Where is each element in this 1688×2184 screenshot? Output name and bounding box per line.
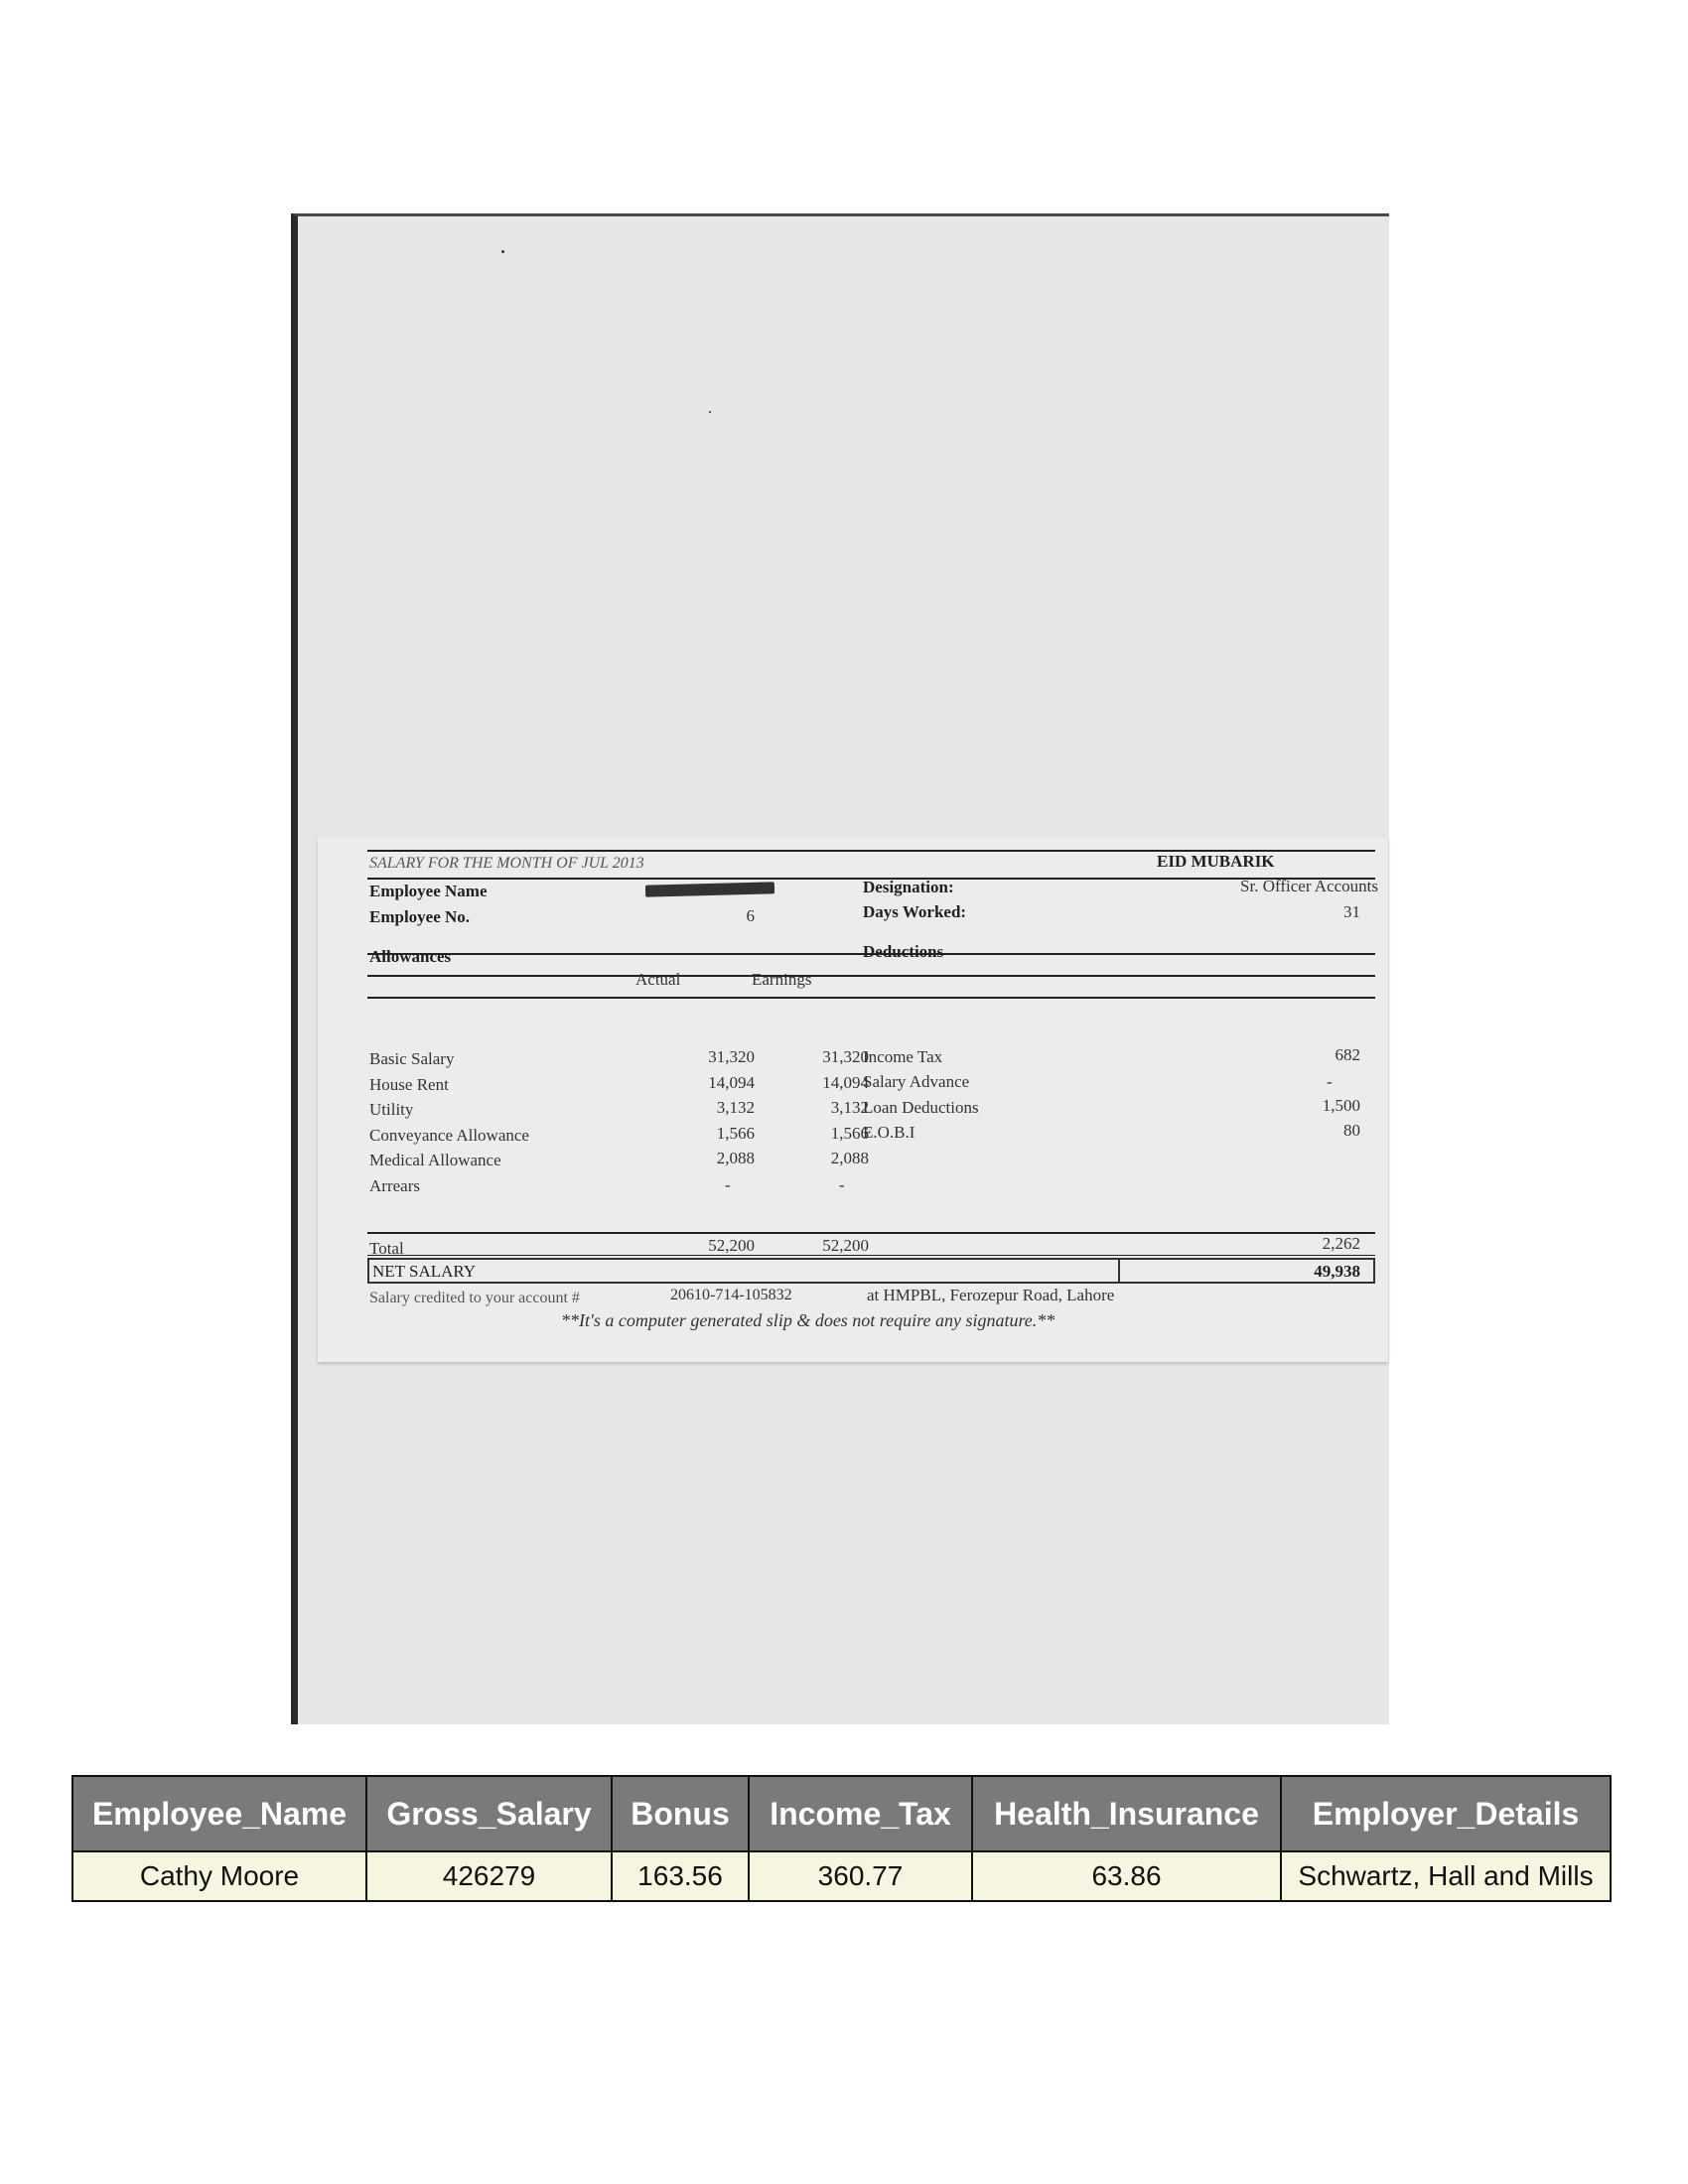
- allowance-actual: 14,094: [708, 1073, 755, 1092]
- allowance-actual: 3,132: [716, 1098, 755, 1117]
- employee-no-label: Employee No.: [369, 907, 471, 926]
- table-cell: Schwartz, Hall and Mills: [1280, 1850, 1612, 1902]
- column-header: Employee_Name: [71, 1775, 367, 1852]
- days-worked-label: Days Worked:: [863, 902, 967, 921]
- allowance-name: Basic Salary: [369, 1049, 455, 1068]
- employee-name-label: Employee Name: [369, 882, 488, 900]
- table-row: Cathy Moore 426279 163.56 360.77 63.86 S…: [71, 1850, 1612, 1902]
- deduction-amount: 1,500: [1322, 1096, 1360, 1115]
- actual-column-heading: Actual: [635, 970, 681, 989]
- table-cell: 426279: [365, 1850, 613, 1902]
- column-header: Income_Tax: [748, 1775, 973, 1852]
- employee-no-value: 6: [746, 906, 756, 925]
- allowance-name: House Rent: [369, 1075, 449, 1094]
- days-worked-value: 31: [1343, 902, 1360, 921]
- net-salary-divider: [1118, 1260, 1120, 1282]
- table-cell: 360.77: [748, 1850, 973, 1902]
- allowance-name: Medical Allowance: [369, 1151, 501, 1169]
- allowances-heading: Allowances: [369, 947, 452, 966]
- scan-speck: [501, 250, 504, 253]
- allowance-earnings: 14,094: [822, 1073, 869, 1092]
- allowance-name: Conveyance Allowance: [369, 1126, 529, 1145]
- table-cell: Cathy Moore: [71, 1850, 367, 1902]
- total-actual: 52,200: [708, 1236, 755, 1255]
- net-salary-label: NET SALARY: [372, 1262, 477, 1281]
- credit-text: Salary credited to your account #: [369, 1290, 580, 1306]
- allowance-earnings: 31,320: [822, 1047, 869, 1066]
- footer-note: **It's a computer generated slip & does …: [561, 1310, 1055, 1330]
- redacted-employee-name: [644, 882, 775, 897]
- header-title: SALARY FOR THE MONTH OF JUL 2013: [369, 855, 644, 872]
- allowance-actual: 2,088: [716, 1149, 755, 1167]
- deduction-name: Income Tax: [863, 1047, 943, 1066]
- bank-text: at HMPBL, Ferozepur Road, Lahore: [867, 1286, 1115, 1304]
- designation-label: Designation:: [863, 878, 954, 896]
- header-greeting: EID MUBARIK: [1157, 852, 1275, 871]
- total-top-rule: [367, 1232, 1375, 1234]
- deduction-name: Loan Deductions: [863, 1098, 979, 1117]
- employee-data-table: Employee_Name Gross_Salary Bonus Income_…: [71, 1775, 1612, 1902]
- allowance-name: Arrears: [369, 1176, 420, 1195]
- allowance-name: Utility: [369, 1100, 414, 1119]
- designation-value: Sr. Officer Accounts: [1240, 877, 1378, 895]
- column-header: Health_Insurance: [971, 1775, 1282, 1852]
- scan-speck: [709, 411, 711, 413]
- table-header-row: Employee_Name Gross_Salary Bonus Income_…: [71, 1775, 1612, 1852]
- deduction-amount: 682: [1335, 1045, 1361, 1064]
- total-earnings: 52,200: [822, 1236, 869, 1255]
- deductions-heading: Deductions: [863, 942, 944, 961]
- allowance-earnings: 2,088: [830, 1149, 869, 1167]
- allowance-earnings: 3,132: [830, 1098, 869, 1117]
- table-cell: 163.56: [611, 1850, 750, 1902]
- deduction-name: E.O.B.I: [863, 1123, 915, 1142]
- section-mid-rule: [367, 975, 1375, 977]
- deduction-amount: 80: [1343, 1121, 1360, 1140]
- allowance-actual: 31,320: [708, 1047, 755, 1066]
- earnings-column-heading: Earnings: [752, 970, 812, 989]
- deduction-name: Salary Advance: [863, 1072, 970, 1091]
- column-header: Gross_Salary: [365, 1775, 613, 1852]
- net-salary-value: 49,938: [1314, 1262, 1360, 1281]
- deduction-amount: -: [1327, 1072, 1333, 1091]
- account-number: 20610-714-105832: [670, 1287, 792, 1303]
- table-cell: 63.86: [971, 1850, 1282, 1902]
- scanned-document: SALARY FOR THE MONTH OF JUL 2013 EID MUB…: [291, 213, 1389, 1724]
- allowance-earnings: 1,566: [830, 1124, 869, 1143]
- section-bottom-rule: [367, 997, 1375, 999]
- salary-slip: SALARY FOR THE MONTH OF JUL 2013 EID MUB…: [318, 838, 1388, 1362]
- column-header: Employer_Details: [1280, 1775, 1612, 1852]
- total-bottom-rule: [367, 1255, 1375, 1256]
- net-salary-box: [367, 1258, 1375, 1284]
- allowance-actual: 1,566: [716, 1124, 755, 1143]
- allowance-earnings: -: [839, 1175, 845, 1194]
- total-deductions: 2,262: [1322, 1234, 1360, 1253]
- allowance-actual: -: [725, 1175, 731, 1194]
- column-header: Bonus: [611, 1775, 750, 1852]
